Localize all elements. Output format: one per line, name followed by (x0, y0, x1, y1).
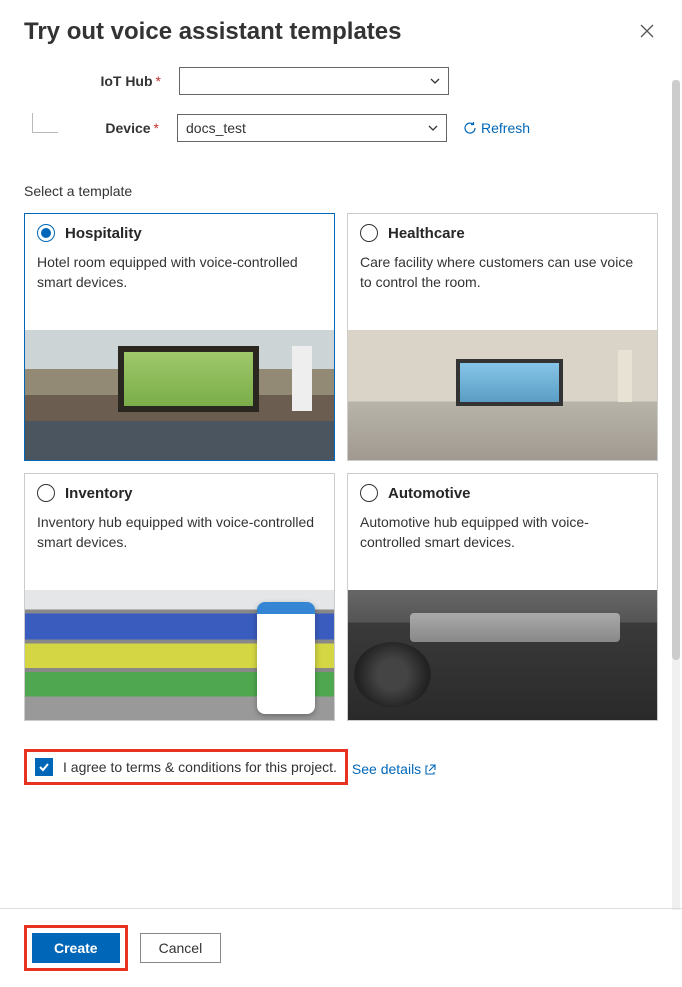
create-button[interactable]: Create (32, 933, 120, 963)
card-title: Automotive (388, 485, 471, 502)
cancel-button[interactable]: Cancel (140, 933, 222, 963)
radio-hospitality[interactable] (37, 224, 55, 242)
device-label: Device* (64, 120, 177, 136)
see-details-link[interactable]: See details (352, 761, 436, 777)
terms-label: I agree to terms & conditions for this p… (63, 759, 337, 775)
card-desc: Care facility where customers can use vo… (360, 252, 645, 312)
device-select[interactable]: docs_test (177, 114, 447, 142)
card-title: Hospitality (65, 225, 142, 242)
card-title: Inventory (65, 485, 133, 502)
radio-automotive[interactable] (360, 484, 378, 502)
tree-indent-line (32, 113, 58, 133)
template-image-inventory (25, 590, 334, 720)
select-template-label: Select a template (24, 183, 658, 199)
template-card-hospitality[interactable]: Hospitality Hotel room equipped with voi… (24, 213, 335, 461)
template-card-healthcare[interactable]: Healthcare Care facility where customers… (347, 213, 658, 461)
template-image-hospitality (25, 330, 334, 460)
template-card-inventory[interactable]: Inventory Inventory hub equipped with vo… (24, 473, 335, 721)
terms-highlight-box: I agree to terms & conditions for this p… (24, 749, 348, 785)
page-title: Try out voice assistant templates (24, 18, 401, 46)
iot-hub-label: IoT Hub* (24, 73, 179, 89)
radio-inventory[interactable] (37, 484, 55, 502)
scrollbar-thumb[interactable] (672, 80, 680, 660)
check-icon (38, 761, 50, 773)
create-highlight-box: Create (24, 925, 128, 971)
external-link-icon (425, 764, 436, 775)
card-desc: Hotel room equipped with voice-controlle… (37, 252, 322, 312)
template-image-healthcare (348, 330, 657, 460)
refresh-link[interactable]: Refresh (463, 120, 530, 136)
terms-checkbox[interactable] (35, 758, 53, 776)
card-desc: Inventory hub equipped with voice-contro… (37, 512, 322, 572)
scrollbar[interactable] (672, 80, 680, 910)
card-title: Healthcare (388, 225, 465, 242)
refresh-icon (463, 121, 477, 135)
template-card-automotive[interactable]: Automotive Automotive hub equipped with … (347, 473, 658, 721)
close-button[interactable] (636, 18, 658, 47)
template-image-automotive (348, 590, 657, 720)
iot-hub-select[interactable] (179, 67, 449, 95)
close-icon (640, 24, 654, 38)
radio-healthcare[interactable] (360, 224, 378, 242)
card-desc: Automotive hub equipped with voice-contr… (360, 512, 645, 572)
template-grid: Hospitality Hotel room equipped with voi… (24, 213, 658, 721)
